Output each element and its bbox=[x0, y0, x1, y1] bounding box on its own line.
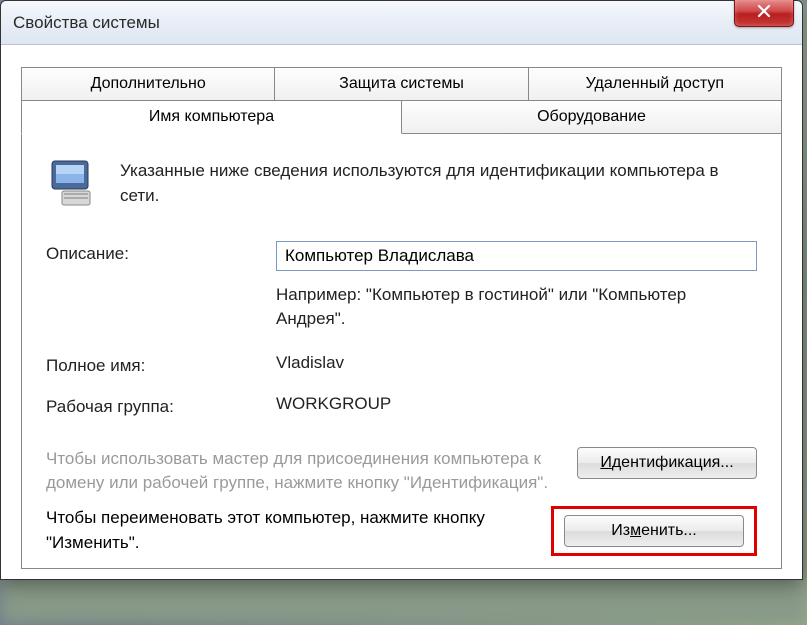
fullname-label: Полное имя: bbox=[46, 353, 276, 376]
identify-help-text: Чтобы использовать мастер для присоедине… bbox=[46, 447, 557, 496]
tab-system-protection[interactable]: Защита системы bbox=[275, 67, 528, 101]
description-hint: Например: "Компьютер в гостиной" или "Ко… bbox=[276, 283, 757, 331]
description-input[interactable] bbox=[276, 241, 757, 271]
tab-remote-access[interactable]: Удаленный доступ bbox=[529, 67, 782, 101]
identify-button[interactable]: Идентификация... bbox=[577, 447, 757, 479]
workgroup-value: WORKGROUP bbox=[276, 394, 757, 414]
change-help-text: Чтобы переименовать этот компьютер, нажм… bbox=[46, 506, 531, 555]
fullname-value: Vladislav bbox=[276, 353, 757, 373]
intro-text: Указанные ниже сведения используются для… bbox=[120, 155, 757, 208]
tab-row-lower: Имя компьютера Оборудование bbox=[21, 100, 782, 134]
dialog-content: Дополнительно Защита системы Удаленный д… bbox=[1, 45, 802, 579]
computer-icon bbox=[46, 155, 102, 211]
tab-computer-name[interactable]: Имя компьютера bbox=[21, 100, 402, 134]
identify-button-rest: дентификация... bbox=[612, 454, 734, 471]
window-title: Свойства системы bbox=[13, 13, 160, 33]
titlebar[interactable]: Свойства системы bbox=[1, 1, 802, 45]
workgroup-label: Рабочая группа: bbox=[46, 394, 276, 417]
description-label: Описание: bbox=[46, 241, 276, 264]
change-button[interactable]: Изменить... bbox=[564, 515, 744, 547]
close-button[interactable] bbox=[734, 0, 794, 27]
tab-panel-computer-name: Указанные ниже сведения используются для… bbox=[21, 133, 782, 569]
close-icon bbox=[757, 4, 771, 22]
tab-row-upper: Дополнительно Защита системы Удаленный д… bbox=[21, 67, 782, 101]
system-properties-window: Свойства системы Дополнительно Защита си… bbox=[0, 0, 803, 580]
tab-hardware[interactable]: Оборудование bbox=[402, 100, 782, 134]
tab-advanced[interactable]: Дополнительно bbox=[21, 67, 275, 101]
highlight-annotation: Изменить... bbox=[551, 506, 757, 556]
